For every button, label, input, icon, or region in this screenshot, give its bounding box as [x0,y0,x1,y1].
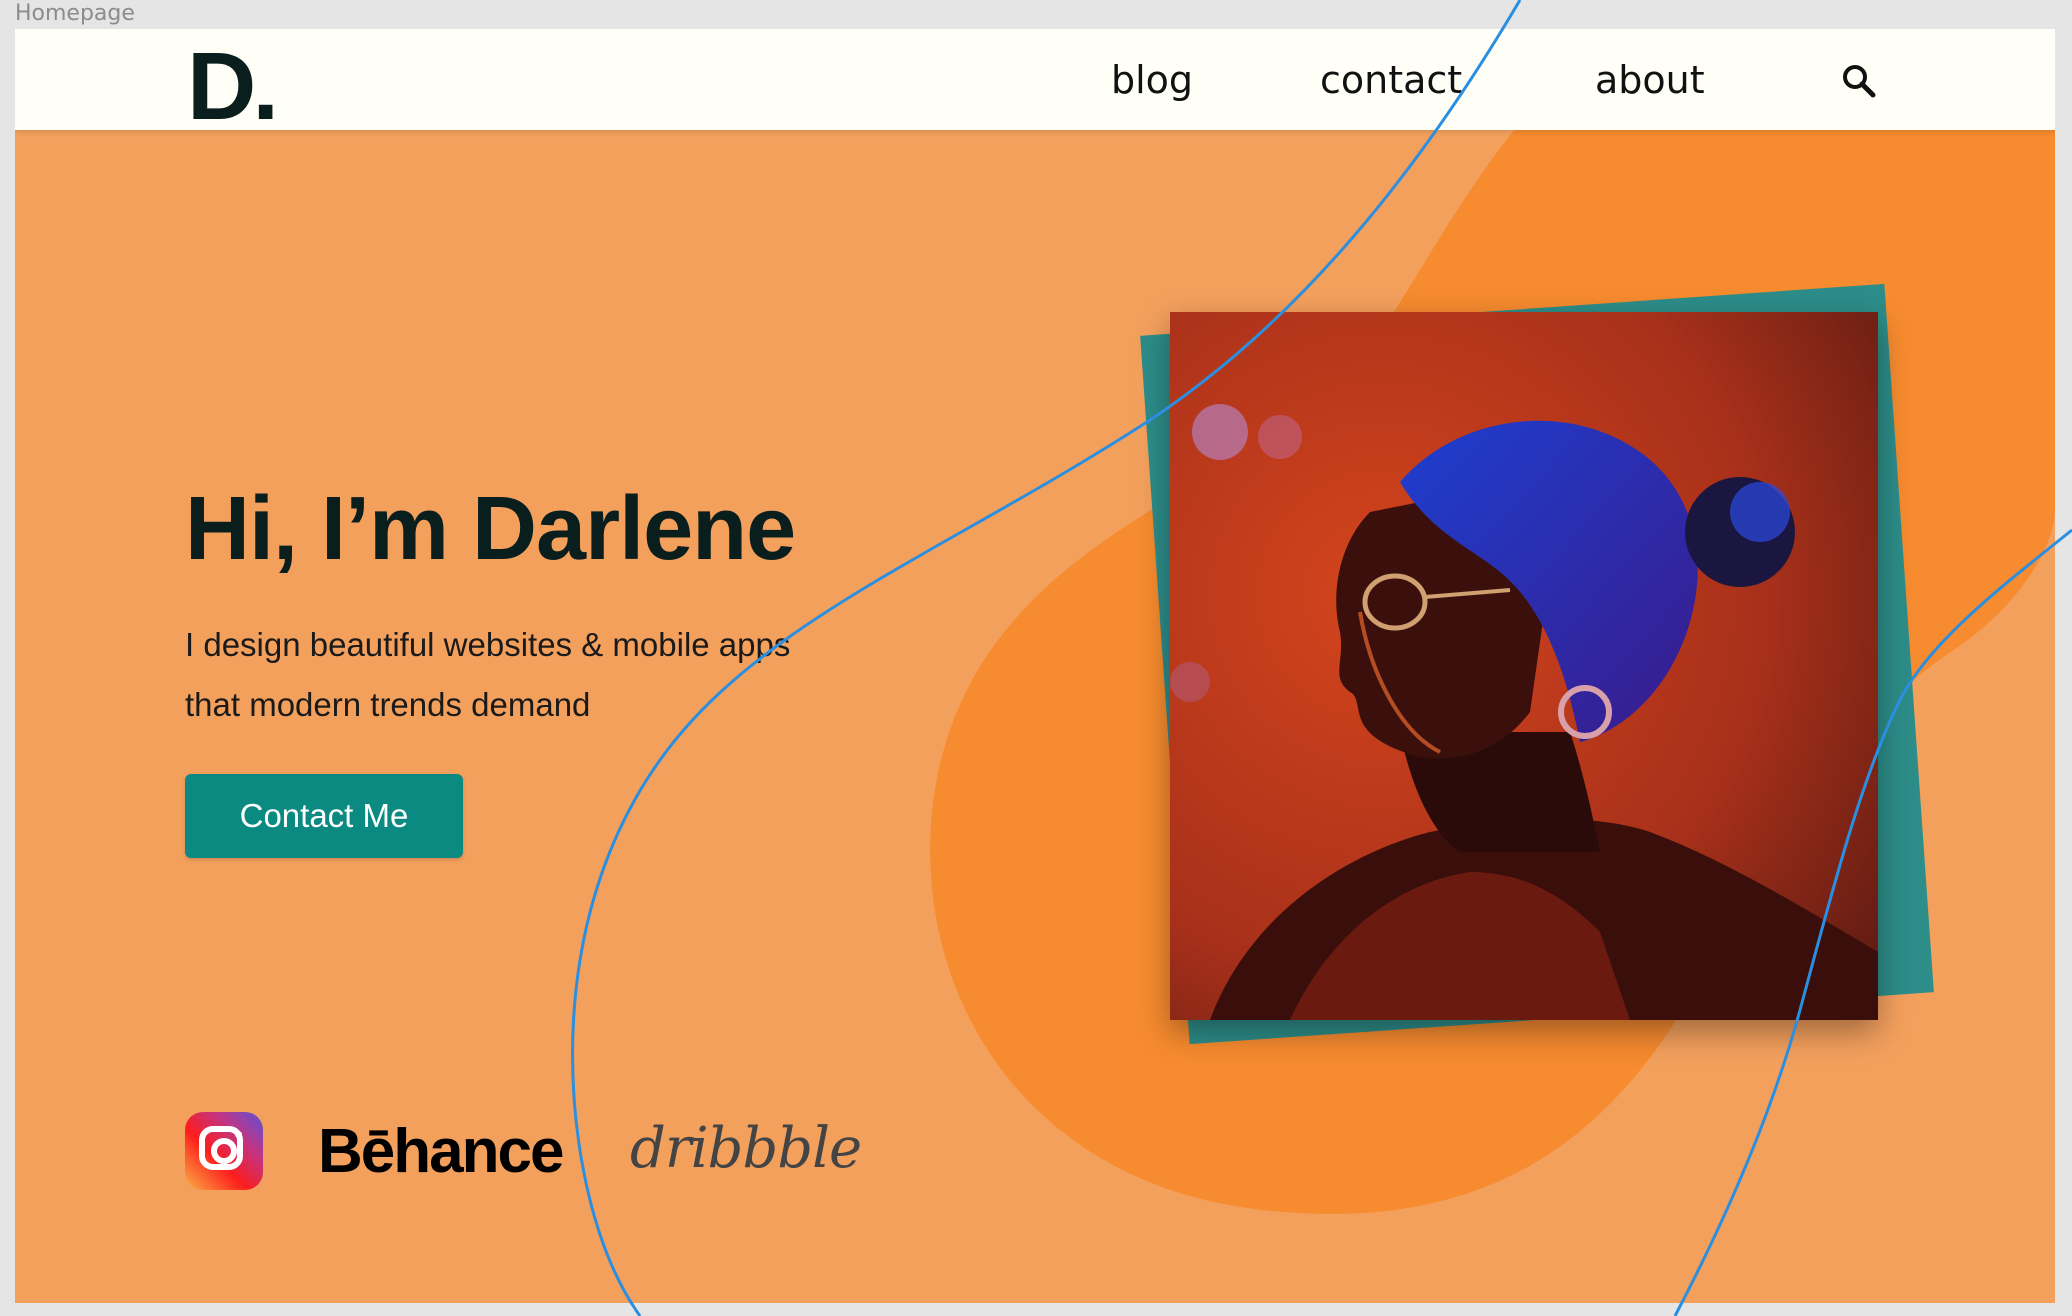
nav-link-contact[interactable]: contact [1320,57,1462,103]
nav-link-about[interactable]: about [1595,57,1705,103]
search-icon[interactable] [1839,61,1879,101]
behance-logo[interactable]: Bēhance [318,1112,564,1192]
nav-link-blog[interactable]: blog [1111,57,1193,103]
frame-label: Homepage [15,1,135,26]
hero-title: Hi, I’m Darlene [185,479,796,579]
homepage-artboard: D. blog contact about Hi, I’m Darlene I … [15,29,2055,1303]
hero-subtitle: I design beautiful websites & mobile app… [185,626,791,723]
site-logo[interactable]: D. [187,37,279,137]
contact-me-button[interactable]: Contact Me [185,774,463,858]
instagram-icon[interactable] [185,1112,263,1190]
profile-photo [1170,312,1878,1020]
top-navbar: D. blog contact about [15,29,2055,137]
dribbble-logo[interactable]: dribbble [630,1109,862,1189]
